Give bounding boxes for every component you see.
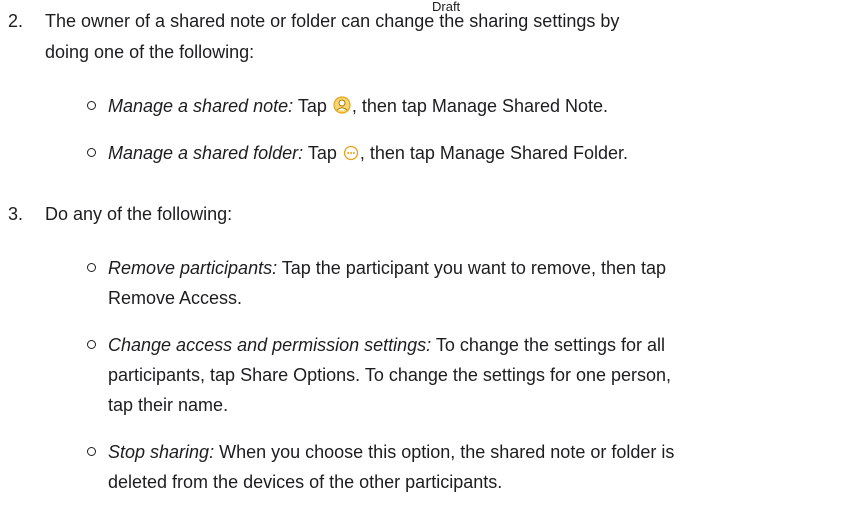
item-term: Change access and permission settings: (108, 335, 432, 355)
item-term: Stop sharing: (108, 442, 215, 462)
list-item-manage-note: Manage a shared note: Tap , then tap Man… (108, 91, 608, 123)
step-number: 2. (8, 11, 24, 31)
item-term: Manage a shared folder: (108, 143, 304, 163)
item-text: participants, tap Share Options. To chan… (108, 365, 672, 385)
bullet-icon (87, 101, 96, 110)
item-term: Remove participants: (108, 258, 278, 278)
share-participant-icon (333, 93, 351, 123)
step-number: 3. (8, 204, 24, 224)
item-text: Tap (307, 143, 337, 163)
step-text-line: doing one of the following: (45, 42, 255, 62)
list-item-stop-sharing: Stop sharing: When you choose this optio… (108, 437, 674, 467)
document-page: Draft 2. The owner of a shared note or f… (0, 0, 867, 525)
bullet-icon (87, 447, 96, 456)
item-text: Remove Access. (108, 288, 243, 308)
item-text: , then tap Manage Shared Note. (351, 96, 609, 116)
step-text-line: Do any of the following: (45, 204, 233, 224)
item-text: When you choose this option, the shared … (219, 442, 675, 462)
bullet-icon (87, 340, 96, 349)
list-item-change-access: Change access and permission settings: T… (108, 330, 665, 360)
item-term: Manage a shared note: (108, 96, 294, 116)
more-icon (343, 140, 359, 170)
list-item-manage-folder: Manage a shared folder: Tap , then tap M… (108, 138, 628, 170)
step-text-line: The owner of a shared note or folder can… (45, 11, 620, 31)
item-text: To change the settings for all (435, 335, 666, 355)
bullet-icon (87, 263, 96, 272)
item-text: deleted from the devices of the other pa… (108, 472, 503, 492)
list-item-continuation: tap their name. (108, 390, 228, 420)
list-item-remove-participants: Remove participants: Tap the participant… (108, 253, 666, 283)
item-text: Tap (297, 96, 327, 116)
bullet-icon (87, 148, 96, 157)
item-text: tap their name. (108, 395, 229, 415)
list-item-continuation: Remove Access. (108, 283, 242, 313)
list-item-continuation: participants, tap Share Options. To chan… (108, 360, 671, 390)
item-text: Tap the participant you want to remove, … (281, 258, 666, 278)
list-item-continuation: deleted from the devices of the other pa… (108, 467, 502, 497)
item-text: , then tap Manage Shared Folder. (359, 143, 629, 163)
